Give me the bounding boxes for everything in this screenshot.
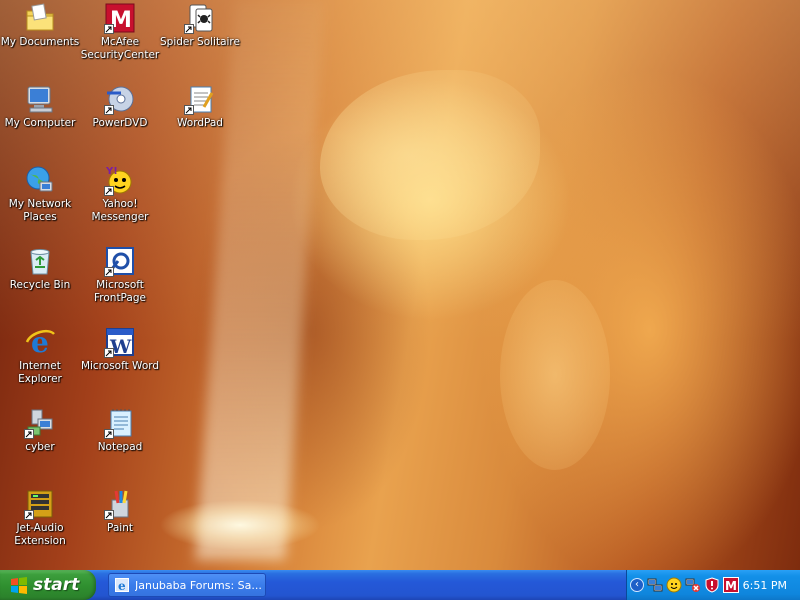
shortcut-arrow-icon (104, 510, 114, 520)
notepad-icon (104, 407, 136, 439)
show-hidden-chevron-icon[interactable]: ‹ (630, 578, 644, 592)
icon-label: Internet Explorer (18, 360, 62, 385)
mcafee-tray-icon[interactable]: M (723, 577, 739, 593)
rock-highlight (320, 70, 540, 240)
desktop-icon-internet-explorer[interactable]: e Internet Explorer (0, 326, 80, 386)
desktop-icon-jet-audio-extension[interactable]: Jet-Audio Extension (0, 488, 80, 548)
desktop-icon-microsoft-frontpage[interactable]: Microsoft FrontPage (80, 245, 160, 305)
desktop-icon-spider-solitaire[interactable]: Spider Solitaire (160, 2, 240, 49)
desktop-icon-recycle-bin[interactable]: Recycle Bin (0, 245, 80, 292)
icon-label: PowerDVD (92, 117, 148, 129)
computer-icon (24, 83, 56, 115)
desktop-icon-my-network-places[interactable]: My Network Places (0, 164, 80, 224)
internet-explorer-small-icon: e (115, 578, 129, 592)
icon-label: Paint (107, 522, 133, 534)
shortcut-arrow-icon (24, 510, 34, 520)
internet-explorer-icon: e (24, 326, 56, 358)
shortcut-arrow-icon (104, 24, 114, 34)
icon-label: WordPad (177, 117, 223, 129)
shortcut-arrow-icon (184, 105, 194, 115)
desktop[interactable]: My Documents My Computer My Network Plac… (0, 0, 800, 570)
paint-icon (104, 488, 136, 520)
icon-label: My Documents (0, 36, 80, 48)
recycle-bin-icon (24, 245, 56, 277)
shortcut-arrow-icon (104, 186, 114, 196)
jet-audio-icon (24, 488, 56, 520)
powerdvd-icon (104, 83, 136, 115)
svg-text:e: e (118, 579, 126, 592)
start-button[interactable]: start (0, 570, 96, 600)
yahoo-messenger-tray-icon[interactable] (666, 577, 682, 593)
shortcut-arrow-icon (104, 429, 114, 439)
yahoo-messenger-icon: Y! (104, 164, 136, 196)
desktop-icon-wordpad[interactable]: WordPad (160, 83, 240, 130)
taskbar: start e Janubaba Forums: Sa... ‹ M 6:51 … (0, 570, 800, 600)
desktop-icon-powerdvd[interactable]: PowerDVD (80, 83, 160, 130)
taskbar-window-button[interactable]: e Janubaba Forums: Sa... (108, 573, 266, 597)
spider-solitaire-icon (184, 2, 216, 34)
icon-label: Recycle Bin (9, 279, 71, 291)
icon-label: Microsoft Word (80, 360, 160, 372)
svg-text:Y!: Y! (105, 166, 118, 177)
security-alert-icon[interactable] (704, 577, 720, 593)
shortcut-arrow-icon (104, 348, 114, 358)
word-icon: W (104, 326, 136, 358)
network-globe-icon (24, 164, 56, 196)
rock-highlight (500, 280, 610, 470)
clock[interactable]: 6:51 PM (743, 579, 787, 592)
icon-label: Microsoft FrontPage (94, 279, 146, 304)
shortcut-arrow-icon (24, 429, 34, 439)
mcafee-icon: M (104, 2, 136, 34)
shortcut-arrow-icon (104, 267, 114, 277)
start-label: start (33, 575, 80, 595)
network-disconnected-icon[interactable] (685, 577, 701, 593)
desktop-icon-paint[interactable]: Paint (80, 488, 160, 535)
icon-label: Notepad (97, 441, 143, 453)
desktop-icon-my-documents[interactable]: My Documents (0, 2, 80, 49)
icon-label: cyber (25, 441, 55, 453)
icon-label: My Computer (4, 117, 76, 129)
wordpad-icon (184, 83, 216, 115)
desktop-icon-notepad[interactable]: Notepad (80, 407, 160, 454)
desktop-icon-microsoft-word[interactable]: W Microsoft Word (80, 326, 160, 373)
svg-text:M: M (725, 579, 737, 593)
frontpage-icon (104, 245, 136, 277)
icon-label: McAfee SecurityCenter (80, 36, 160, 61)
icon-label: Yahoo! Messenger (91, 198, 149, 223)
network-connection-icon[interactable] (647, 577, 663, 593)
cyber-program-icon (24, 407, 56, 439)
icon-label: Jet-Audio Extension (14, 522, 66, 547)
folder-documents-icon (24, 2, 56, 34)
icon-label: Spider Solitaire (160, 36, 240, 48)
shortcut-arrow-icon (104, 105, 114, 115)
desktop-icon-my-computer[interactable]: My Computer (0, 83, 80, 130)
system-tray: ‹ M 6:51 PM (626, 570, 800, 600)
desktop-icon-cyber[interactable]: cyber (0, 407, 80, 454)
desktop-icon-yahoo-messenger[interactable]: Y! Yahoo! Messenger (80, 164, 160, 224)
desktop-icon-mcafee-securitycenter[interactable]: M McAfee SecurityCenter (80, 2, 160, 62)
shortcut-arrow-icon (184, 24, 194, 34)
icon-label: My Network Places (8, 198, 72, 223)
windows-logo-icon (11, 577, 27, 594)
taskbar-window-title: Janubaba Forums: Sa... (135, 578, 262, 592)
